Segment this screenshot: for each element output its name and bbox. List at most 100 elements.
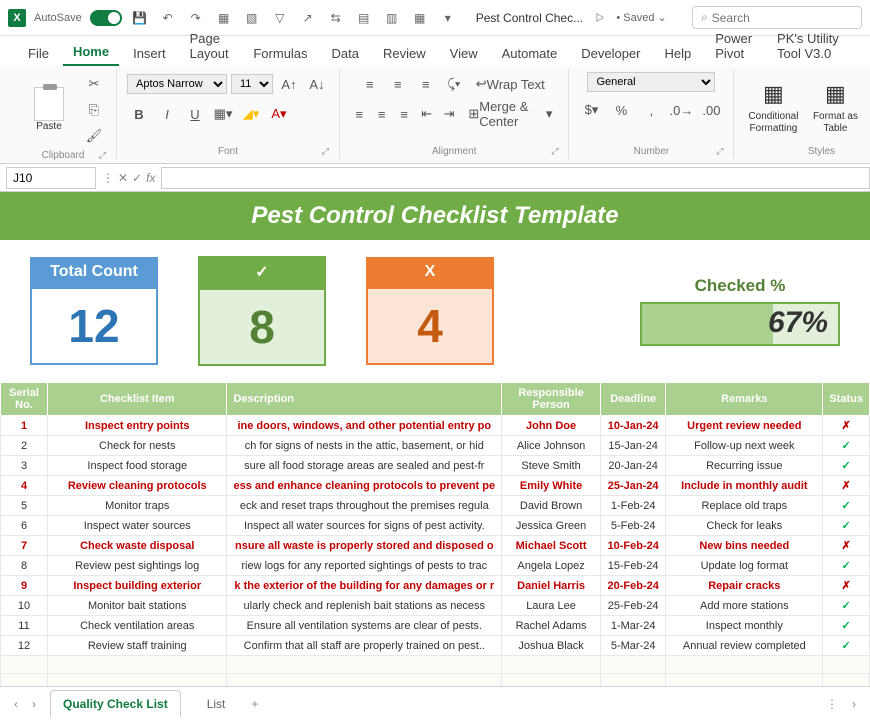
- number-format-select[interactable]: General: [587, 72, 715, 92]
- undo-icon[interactable]: ↶: [158, 8, 178, 28]
- new-sheet-icon[interactable]: +: [251, 697, 258, 711]
- cell[interactable]: sure all food storage areas are sealed a…: [227, 456, 502, 476]
- save-icon[interactable]: 💾: [130, 8, 150, 28]
- cell[interactable]: ularly check and replenish bait stations…: [227, 596, 502, 616]
- cell[interactable]: Add more stations: [666, 596, 823, 616]
- enter-icon[interactable]: ✓: [132, 171, 142, 185]
- cell[interactable]: Emily White: [502, 476, 601, 496]
- cell[interactable]: 1-Mar-24: [601, 616, 666, 636]
- table-row[interactable]: 11Check ventilation areasEnsure all vent…: [1, 616, 870, 636]
- cell[interactable]: [227, 656, 502, 674]
- cancel-icon[interactable]: ✕: [118, 171, 128, 185]
- cell[interactable]: ✓: [823, 596, 870, 616]
- cell[interactable]: Review cleaning protocols: [48, 476, 227, 496]
- next-sheet-icon[interactable]: ›: [32, 697, 36, 711]
- table-row[interactable]: 9Inspect building exteriork the exterior…: [1, 576, 870, 596]
- comma-icon[interactable]: ,: [639, 98, 663, 122]
- cell[interactable]: Inspect food storage: [48, 456, 227, 476]
- copy-icon[interactable]: ⎘: [82, 98, 106, 122]
- expand-icon[interactable]: ⤢: [99, 150, 106, 161]
- cell[interactable]: ine doors, windows, and other potential …: [227, 416, 502, 436]
- format-painter-icon[interactable]: 🖌: [82, 124, 106, 148]
- cell[interactable]: 4: [1, 476, 48, 496]
- align-right-icon[interactable]: ≡: [395, 102, 413, 126]
- ribbon-tab-view[interactable]: View: [440, 41, 488, 66]
- cell[interactable]: 5: [1, 496, 48, 516]
- qa-table2-icon[interactable]: ▥: [382, 8, 402, 28]
- cell[interactable]: Inspect all water sources for signs of p…: [227, 516, 502, 536]
- cell[interactable]: Check for leaks: [666, 516, 823, 536]
- cell[interactable]: ✓: [823, 556, 870, 576]
- ribbon-tab-home[interactable]: Home: [63, 39, 119, 66]
- cell[interactable]: [1, 656, 48, 674]
- qa-more-icon[interactable]: ▾: [438, 8, 458, 28]
- cell[interactable]: 12: [1, 636, 48, 656]
- currency-icon[interactable]: $▾: [579, 98, 603, 122]
- font-size-select[interactable]: 11: [231, 74, 273, 94]
- cell[interactable]: Repair cracks: [666, 576, 823, 596]
- cell[interactable]: 15-Jan-24: [601, 436, 666, 456]
- col-header[interactable]: Remarks: [666, 383, 823, 416]
- more-icon[interactable]: ⋮: [826, 697, 838, 711]
- sheet-tab-quality[interactable]: Quality Check List: [50, 690, 181, 717]
- search-input[interactable]: [712, 11, 853, 25]
- cell[interactable]: ✓: [823, 616, 870, 636]
- sheet-tab-list[interactable]: List: [195, 691, 238, 717]
- cell[interactable]: ✗: [823, 476, 870, 496]
- cell[interactable]: Rachel Adams: [502, 616, 601, 636]
- cell[interactable]: Check for nests: [48, 436, 227, 456]
- ribbon-tab-insert[interactable]: Insert: [123, 41, 176, 66]
- cell[interactable]: [48, 674, 227, 687]
- ribbon-tab-pk-s-utility-tool-v-[interactable]: PK's Utility Tool V3.0: [767, 26, 852, 66]
- cell[interactable]: Inspect monthly: [666, 616, 823, 636]
- percent-icon[interactable]: %: [609, 98, 633, 122]
- cell[interactable]: Check waste disposal: [48, 536, 227, 556]
- align-top-icon[interactable]: ≡: [358, 72, 382, 96]
- cell[interactable]: Urgent review needed: [666, 416, 823, 436]
- col-header[interactable]: Deadline: [601, 383, 666, 416]
- cell[interactable]: 10-Jan-24: [601, 416, 666, 436]
- align-center-icon[interactable]: ≡: [372, 102, 390, 126]
- cell[interactable]: 3: [1, 456, 48, 476]
- table-row[interactable]: 6Inspect water sourcesInspect all water …: [1, 516, 870, 536]
- cell[interactable]: [48, 656, 227, 674]
- paste-button[interactable]: Paste: [20, 77, 78, 143]
- cell[interactable]: [502, 674, 601, 687]
- table-row[interactable]: [1, 674, 870, 687]
- cell[interactable]: Michael Scott: [502, 536, 601, 556]
- cell[interactable]: 10-Feb-24: [601, 536, 666, 556]
- orientation-icon[interactable]: ⤹▾: [442, 72, 466, 96]
- expand-icon[interactable]: ⤢: [322, 146, 329, 157]
- cell[interactable]: ✓: [823, 516, 870, 536]
- align-middle-icon[interactable]: ≡: [386, 72, 410, 96]
- cell[interactable]: Monitor bait stations: [48, 596, 227, 616]
- cell[interactable]: [823, 674, 870, 687]
- ribbon-tab-power-pivot[interactable]: Power Pivot: [705, 26, 763, 66]
- cell[interactable]: Inspect building exterior: [48, 576, 227, 596]
- expand-icon[interactable]: ⤢: [551, 146, 558, 157]
- qa-chart-icon[interactable]: ▧: [242, 8, 262, 28]
- cell[interactable]: New bins needed: [666, 536, 823, 556]
- border-button[interactable]: ▦▾: [211, 102, 235, 126]
- cell[interactable]: Laura Lee: [502, 596, 601, 616]
- conditional-formatting-button[interactable]: ▦Conditional Formatting: [744, 75, 802, 141]
- cell[interactable]: [227, 674, 502, 687]
- table-row[interactable]: 10Monitor bait stationsularly check and …: [1, 596, 870, 616]
- cell[interactable]: David Brown: [502, 496, 601, 516]
- name-box[interactable]: [6, 167, 96, 189]
- increase-indent-icon[interactable]: ⇥: [440, 102, 458, 126]
- cell[interactable]: 7: [1, 536, 48, 556]
- cell[interactable]: Review pest sightings log: [48, 556, 227, 576]
- ribbon-tab-review[interactable]: Review: [373, 41, 436, 66]
- cell[interactable]: Follow-up next week: [666, 436, 823, 456]
- cell[interactable]: 5-Feb-24: [601, 516, 666, 536]
- cell[interactable]: Steve Smith: [502, 456, 601, 476]
- cell[interactable]: ✓: [823, 496, 870, 516]
- cell[interactable]: eck and reset traps throughout the premi…: [227, 496, 502, 516]
- cell[interactable]: 5-Mar-24: [601, 636, 666, 656]
- cut-icon[interactable]: ✂: [82, 72, 106, 96]
- font-color-button[interactable]: A▾: [267, 102, 291, 126]
- table-row[interactable]: 1Inspect entry pointsine doors, windows,…: [1, 416, 870, 436]
- fx-icon[interactable]: fx: [146, 171, 155, 185]
- cell[interactable]: ✓: [823, 436, 870, 456]
